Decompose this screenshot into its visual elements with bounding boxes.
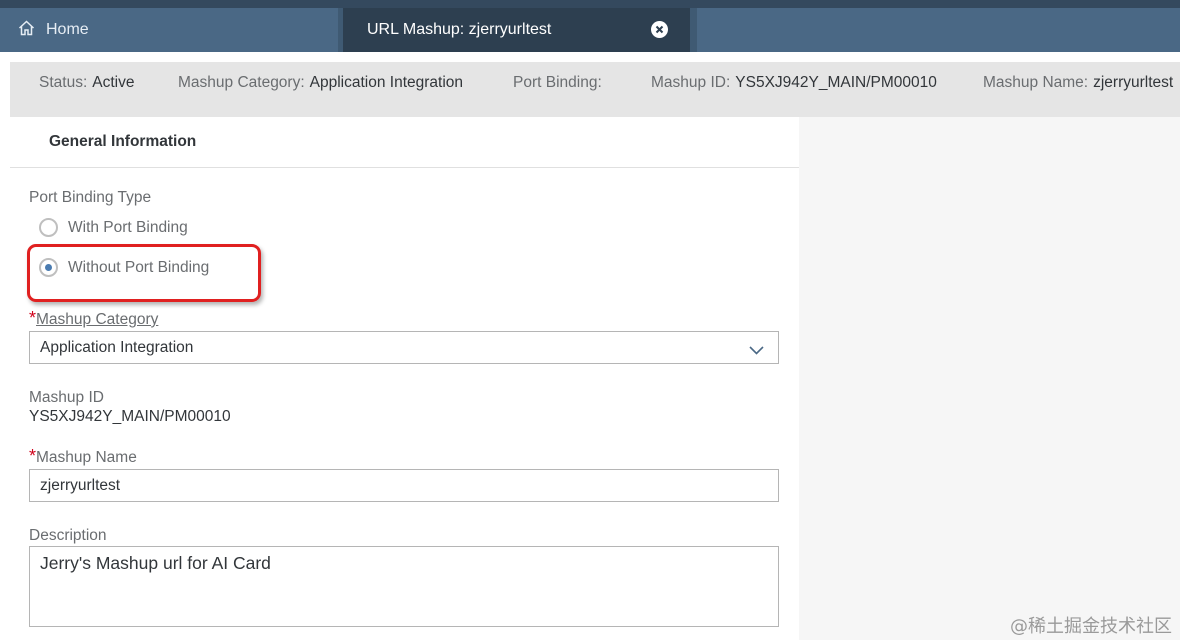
mashup-category-select-value: Application Integration [40, 339, 194, 356]
description-label: Description [29, 527, 107, 544]
close-icon[interactable] [651, 21, 668, 38]
mashup-name-label-text: Mashup Name [36, 449, 137, 466]
chevron-down-icon[interactable] [749, 342, 764, 360]
mashup-name-value: zjerryurltest [1093, 74, 1174, 91]
radio-button[interactable] [39, 218, 58, 237]
required-asterisk: * [29, 446, 37, 466]
section-title: General Information [49, 133, 197, 150]
port-binding-label: Port Binding: [513, 74, 602, 91]
port-binding-type-label: Port Binding Type [29, 189, 152, 206]
status-value: Active [92, 74, 135, 91]
status-field: Status: Active [39, 74, 134, 92]
mashup-category-label-text: Mashup Category [36, 311, 159, 328]
tab-bar-filler [697, 8, 1180, 52]
mashup-category-label: *Mashup Category [29, 308, 158, 329]
mashup-name-field: Mashup Name: zjerryurltest [983, 74, 1173, 92]
category-label: Mashup Category: [178, 74, 305, 91]
required-asterisk: * [29, 308, 37, 328]
radio-with-port-binding[interactable]: With Port Binding [39, 218, 188, 237]
mashup-id-form-value: YS5XJ942Y_MAIN/PM00010 [29, 408, 231, 425]
side-panel [799, 117, 1180, 640]
watermark: @稀土掘金技术社区 [1010, 616, 1172, 637]
top-strip [0, 0, 1180, 8]
category-field: Mashup Category: Application Integration [178, 74, 463, 92]
section-header: General Information [10, 117, 799, 168]
mashup-id-label: Mashup ID: [651, 74, 731, 91]
tab-active-label: URL Mashup: zjerryurltest [367, 21, 552, 38]
tab-url-mashup[interactable]: URL Mashup: zjerryurltest [343, 8, 690, 52]
object-header-status-bar: Status: Active Mashup Category: Applicatio… [10, 62, 1180, 117]
mashup-name-form-label: *Mashup Name [29, 446, 137, 467]
status-label: Status: [39, 74, 88, 91]
mashup-name-label: Mashup Name: [983, 74, 1089, 91]
description-textarea[interactable]: Jerry's Mashup url for AI Card [29, 546, 779, 627]
mashup-name-input-value: zjerryurltest [40, 477, 121, 494]
port-binding-field: Port Binding: [513, 74, 607, 92]
tab-home[interactable]: Home [0, 8, 338, 52]
tab-home-label: Home [46, 21, 89, 38]
annotation-highlight-box [27, 244, 261, 302]
mashup-name-input[interactable]: zjerryurltest [29, 469, 779, 502]
mashup-category-select[interactable]: Application Integration [29, 331, 779, 364]
tab-bar: Home URL Mashup: zjerryurltest [0, 0, 1180, 52]
home-icon [18, 19, 46, 41]
mashup-id-value: YS5XJ942Y_MAIN/PM00010 [735, 74, 937, 91]
category-value: Application Integration [309, 74, 464, 91]
radio-with-label: With Port Binding [68, 218, 188, 236]
description-value: Jerry's Mashup url for AI Card [40, 553, 271, 573]
mashup-id-field: Mashup ID: YS5XJ942Y_MAIN/PM00010 [651, 74, 937, 92]
mashup-id-form-label: Mashup ID [29, 389, 104, 406]
